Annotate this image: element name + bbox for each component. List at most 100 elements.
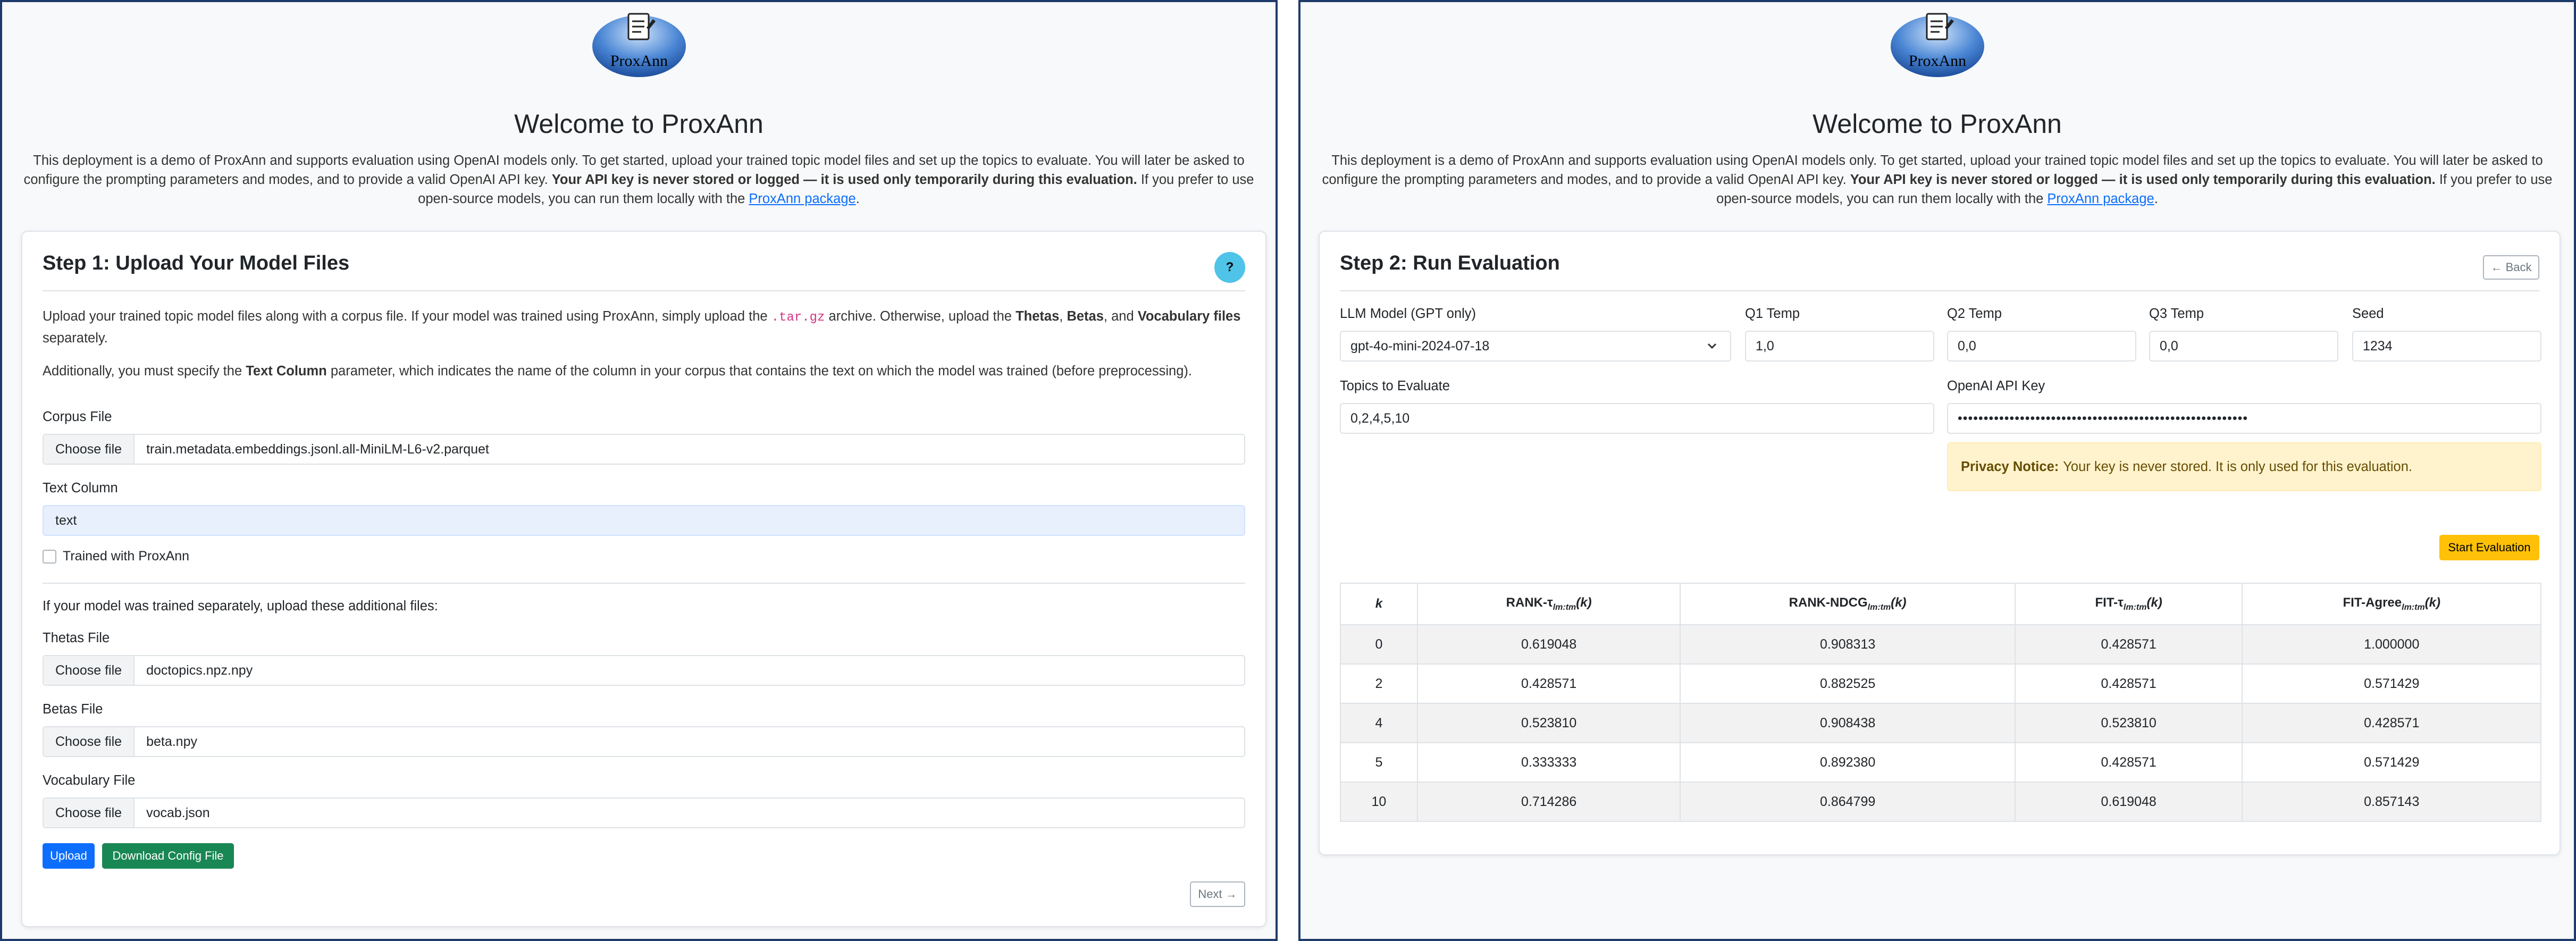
api-key-label: OpenAI API Key <box>1947 379 2045 393</box>
q2-temp-input[interactable]: 0,0 <box>1947 331 2136 362</box>
col-sub: lm:tm <box>2402 602 2425 612</box>
choose-file-button[interactable]: Choose file <box>44 656 135 685</box>
instr-text: archive. Otherwise, upload the <box>825 309 1016 324</box>
topics-input[interactable]: 0,2,4,5,10 <box>1340 403 1934 434</box>
proxann-package-link[interactable]: ProxAnn package <box>749 191 855 206</box>
table-cell: 10 <box>1340 782 1418 822</box>
choose-file-button[interactable]: Choose file <box>44 727 135 756</box>
table-cell: 0.892380 <box>1680 742 2016 783</box>
q1-temp-label: Q1 Temp <box>1745 306 1800 321</box>
table-cell: 0.908438 <box>1680 703 2016 743</box>
table-cell: 0.714286 <box>1416 782 1681 822</box>
col-label: RANK-NDCG <box>1789 595 1868 610</box>
checkbox-label: Trained with ProxAnn <box>63 549 190 564</box>
card-divider <box>43 290 1245 291</box>
svg-text:ProxAnn: ProxAnn <box>610 52 667 70</box>
table-header-row: k RANK-τlm:tm(k) RANK-NDCGlm:tm(k) FIT-τ… <box>1340 583 2541 625</box>
instr-betas: Betas <box>1067 309 1104 324</box>
table-cell: 0.571429 <box>2242 663 2541 704</box>
text-column-instructions: Additionally, you must specify the Text … <box>43 361 1245 381</box>
col-arg: (k) <box>2424 595 2441 610</box>
table-cell: 0.857143 <box>2242 782 2541 822</box>
help-button[interactable]: ? <box>1214 252 1245 283</box>
col-arg: (k) <box>2146 595 2162 610</box>
choose-file-button[interactable]: Choose file <box>44 435 135 464</box>
vocab-file-name: vocab.json <box>146 805 210 820</box>
topics-label: Topics to Evaluate <box>1340 379 1450 393</box>
table-cell: 0.882525 <box>1680 663 2016 704</box>
col-sub: lm:tm <box>2123 602 2147 612</box>
svg-text:ProxAnn: ProxAnn <box>1908 52 1966 70</box>
table-cell: 0.428571 <box>2014 663 2243 704</box>
intro-privacy-note: Your API key is never stored or logged —… <box>551 172 1137 187</box>
intro-text: This deployment is a demo of ProxAnn and… <box>18 151 1260 208</box>
thetas-file-input[interactable]: Choose file doctopics.npz.npy <box>43 655 1245 686</box>
table-cell: 0.619048 <box>1416 624 1681 665</box>
table-cell: 0.571429 <box>2242 742 2541 783</box>
trained-with-proxann-checkbox[interactable]: Trained with ProxAnn <box>43 549 189 564</box>
table-cell: 0.428571 <box>2014 742 2243 783</box>
corpus-file-name: train.metadata.embeddings.jsonl.all-Mini… <box>146 441 489 457</box>
col-arg: (k) <box>1891 595 1907 610</box>
table-cell: 5 <box>1340 742 1418 783</box>
col-sub: lm:tm <box>1867 602 1891 612</box>
q3-temp-label: Q3 Temp <box>2149 306 2204 321</box>
choose-file-button[interactable]: Choose file <box>44 799 135 827</box>
col-k-label: k <box>1375 596 1383 611</box>
intro-end: . <box>2154 191 2158 206</box>
next-button[interactable]: Next → <box>1190 881 1245 907</box>
betas-file-name: beta.npy <box>146 734 197 749</box>
corpus-file-input[interactable]: Choose file train.metadata.embeddings.js… <box>43 434 1245 465</box>
table-cell: 0.864799 <box>1680 782 2016 822</box>
results-body: 0 0.619048 0.908313 0.428571 1.000000 2 0.4285… <box>1340 624 2541 822</box>
privacy-notice-text: Your key is never stored. It is only use… <box>2063 459 2413 474</box>
table-cell: 0.523810 <box>2014 703 2243 743</box>
table-cell: 0.428571 <box>2242 703 2541 743</box>
results-table: k RANK-τlm:tm(k) RANK-NDCGlm:tm(k) FIT-τ… <box>1340 583 2541 822</box>
q1-temp-input[interactable]: 1,0 <box>1745 331 1934 362</box>
instr-vocab: Vocabulary files <box>1137 309 1241 324</box>
evaluation-card: Step 2: Run Evaluation ← Back LLM Model … <box>1319 231 2561 855</box>
back-button[interactable]: ← Back <box>2483 255 2539 280</box>
card-divider <box>1340 290 2539 291</box>
instr-text: separately. <box>43 331 108 346</box>
checkbox-box[interactable] <box>43 549 56 564</box>
download-config-button[interactable]: Download Config File <box>102 843 234 869</box>
seed-input[interactable]: 1234 <box>2352 331 2541 362</box>
upload-button[interactable]: Upload <box>43 843 95 869</box>
intro-privacy-note: Your API key is never stored or logged —… <box>1850 172 2436 187</box>
col-fit-tau: FIT-τlm:tm(k) <box>2014 583 2243 625</box>
intro-end: . <box>855 191 860 206</box>
upload-instructions: Upload your trained topic model files al… <box>43 306 1245 348</box>
privacy-notice: Privacy Notice: Your key is never stored… <box>1947 442 2541 491</box>
vocab-file-label: Vocabulary File <box>43 773 136 788</box>
instr-text: , <box>1059 309 1067 324</box>
upload-card: Step 1: Upload Your Model Files ? Upload… <box>21 231 1266 927</box>
start-evaluation-button[interactable]: Start Evaluation <box>2439 535 2539 560</box>
table-row: 10 0.714286 0.864799 0.619048 0.857143 <box>1340 782 2541 822</box>
proxann-package-link[interactable]: ProxAnn package <box>2047 191 2154 206</box>
table-cell: 0.908313 <box>1680 624 2016 665</box>
proxann-logo: ProxAnn <box>592 13 686 77</box>
separate-files-label: If your model was trained separately, up… <box>43 599 438 614</box>
q3-temp-input[interactable]: 0,0 <box>2149 331 2338 362</box>
q2-temp-label: Q2 Temp <box>1947 306 2002 321</box>
card-title: Step 1: Upload Your Model Files <box>43 252 350 274</box>
vocab-file-input[interactable]: Choose file vocab.json <box>43 797 1245 828</box>
col-label: FIT-τ <box>2095 595 2124 610</box>
col-k: k <box>1340 583 1418 625</box>
betas-file-label: Betas File <box>43 702 103 717</box>
instr-text: Additionally, you must specify the <box>43 364 246 379</box>
api-key-input[interactable]: ••••••••••••••••••••••••••••••••••••••••… <box>1947 403 2541 434</box>
table-cell: 0.619048 <box>2014 782 2243 822</box>
step2-window: ProxAnn Welcome to ProxAnn This deployme… <box>1298 0 2576 941</box>
col-label: RANK-τ <box>1506 595 1553 610</box>
table-cell: 4 <box>1340 703 1418 743</box>
llm-model-select[interactable]: gpt-4o-mini-2024-07-18 <box>1340 331 1731 362</box>
betas-file-input[interactable]: Choose file beta.npy <box>43 726 1245 757</box>
text-column-input[interactable]: text <box>43 505 1245 536</box>
col-fit-agree: FIT-Agreelm:tm(k) <box>2242 583 2541 625</box>
corpus-file-label: Corpus File <box>43 409 112 424</box>
table-cell: 0 <box>1340 624 1418 665</box>
instr-text: Upload your trained topic model files al… <box>43 309 771 324</box>
